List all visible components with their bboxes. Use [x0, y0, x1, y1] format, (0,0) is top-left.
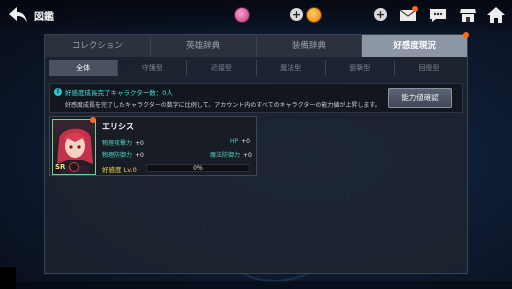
character-name: エリシス — [102, 122, 134, 131]
stat-value: +0 — [243, 152, 252, 159]
stat-label: 物理防御力 — [102, 152, 133, 159]
class-filter-tabs: 全体 守護型 近接型 魔法型 狙撃型 回復型 — [49, 60, 463, 76]
subtab-healer[interactable]: 回復型 — [395, 60, 463, 76]
pink-gem-icon — [234, 7, 250, 23]
card-notification-dot — [90, 117, 96, 123]
stat-label: 物理攻撃力 — [102, 140, 133, 147]
subtab-magic[interactable]: 魔法型 — [257, 60, 326, 76]
character-portrait[interactable]: SR — [52, 119, 96, 175]
mail-icon[interactable] — [398, 5, 418, 25]
main-tabs: コレクション 英雄辞典 装備辞典 好感度現況 — [45, 35, 467, 57]
stat-mag-def: 魔法防御力 +0 — [210, 150, 252, 159]
add-gold-button[interactable]: + — [374, 8, 387, 21]
stat-check-button[interactable]: 能力値確認 — [388, 88, 452, 108]
tab-hero-dictionary[interactable]: 英雄辞典 — [151, 35, 257, 57]
stat-value: +0 — [241, 138, 250, 145]
info-description: 好感度成長を完了したキャラクターの数字に比例して、アカウント内のすべてのキャラク… — [65, 102, 381, 109]
subtab-melee[interactable]: 近接型 — [187, 60, 257, 76]
tab-affection-status[interactable]: 好感度現況 — [362, 35, 467, 57]
info-icon: ! — [54, 88, 62, 96]
tab-collection[interactable]: コレクション — [45, 35, 151, 57]
screen-title: 図鑑 — [34, 12, 54, 23]
collection-panel: コレクション 英雄辞典 装備辞典 好感度現況 全体 守護型 近接型 魔法型 狙撃… — [44, 32, 469, 274]
completed-count-text: 好感度成長完了キャラクター数：0人 — [65, 89, 173, 97]
subtab-guardian[interactable]: 守護型 — [118, 60, 188, 76]
stat-hp: HP +0 — [230, 138, 250, 145]
stat-phys-def: 物理防御力 +0 — [102, 150, 144, 159]
tab-equipment-dictionary[interactable]: 装備辞典 — [257, 35, 363, 57]
affection-level: 好感度 Lv.0 — [102, 166, 137, 174]
tab-notification-dot — [463, 32, 469, 38]
stat-value: +0 — [135, 152, 144, 159]
stat-label: HP — [230, 138, 239, 145]
gold-coin-icon — [306, 7, 322, 23]
subtab-all[interactable]: 全体 — [49, 60, 119, 76]
shop-icon[interactable] — [458, 5, 478, 25]
rarity-badge: SR — [55, 163, 66, 171]
fire-element-icon — [69, 162, 79, 172]
character-card[interactable]: SR エリシス 物理攻撃力 +0 物理防御力 +0 HP +0 魔法防御力 +0 好感度… — [49, 116, 257, 176]
corner-shade — [0, 267, 16, 289]
mail-notification-dot — [412, 6, 418, 12]
stat-value: +0 — [135, 140, 144, 147]
affection-progress-bar: 0％ — [146, 164, 250, 172]
affection-info-box: ! 好感度成長完了キャラクター数：0人 好感度成長を完了したキャラクターの数字に… — [49, 83, 463, 113]
subtab-sniper[interactable]: 狙撃型 — [326, 60, 395, 76]
add-gem-button[interactable]: + — [290, 8, 303, 21]
home-icon[interactable] — [486, 5, 506, 25]
stat-phys-atk: 物理攻撃力 +0 — [102, 138, 144, 147]
stat-label: 魔法防御力 — [210, 152, 241, 159]
back-arrow-icon[interactable] — [6, 4, 30, 26]
chat-icon[interactable] — [428, 5, 448, 25]
bottom-strip — [0, 281, 512, 289]
top-bar: 図鑑 + + — [0, 0, 512, 30]
affection-percent: 0％ — [193, 165, 203, 172]
